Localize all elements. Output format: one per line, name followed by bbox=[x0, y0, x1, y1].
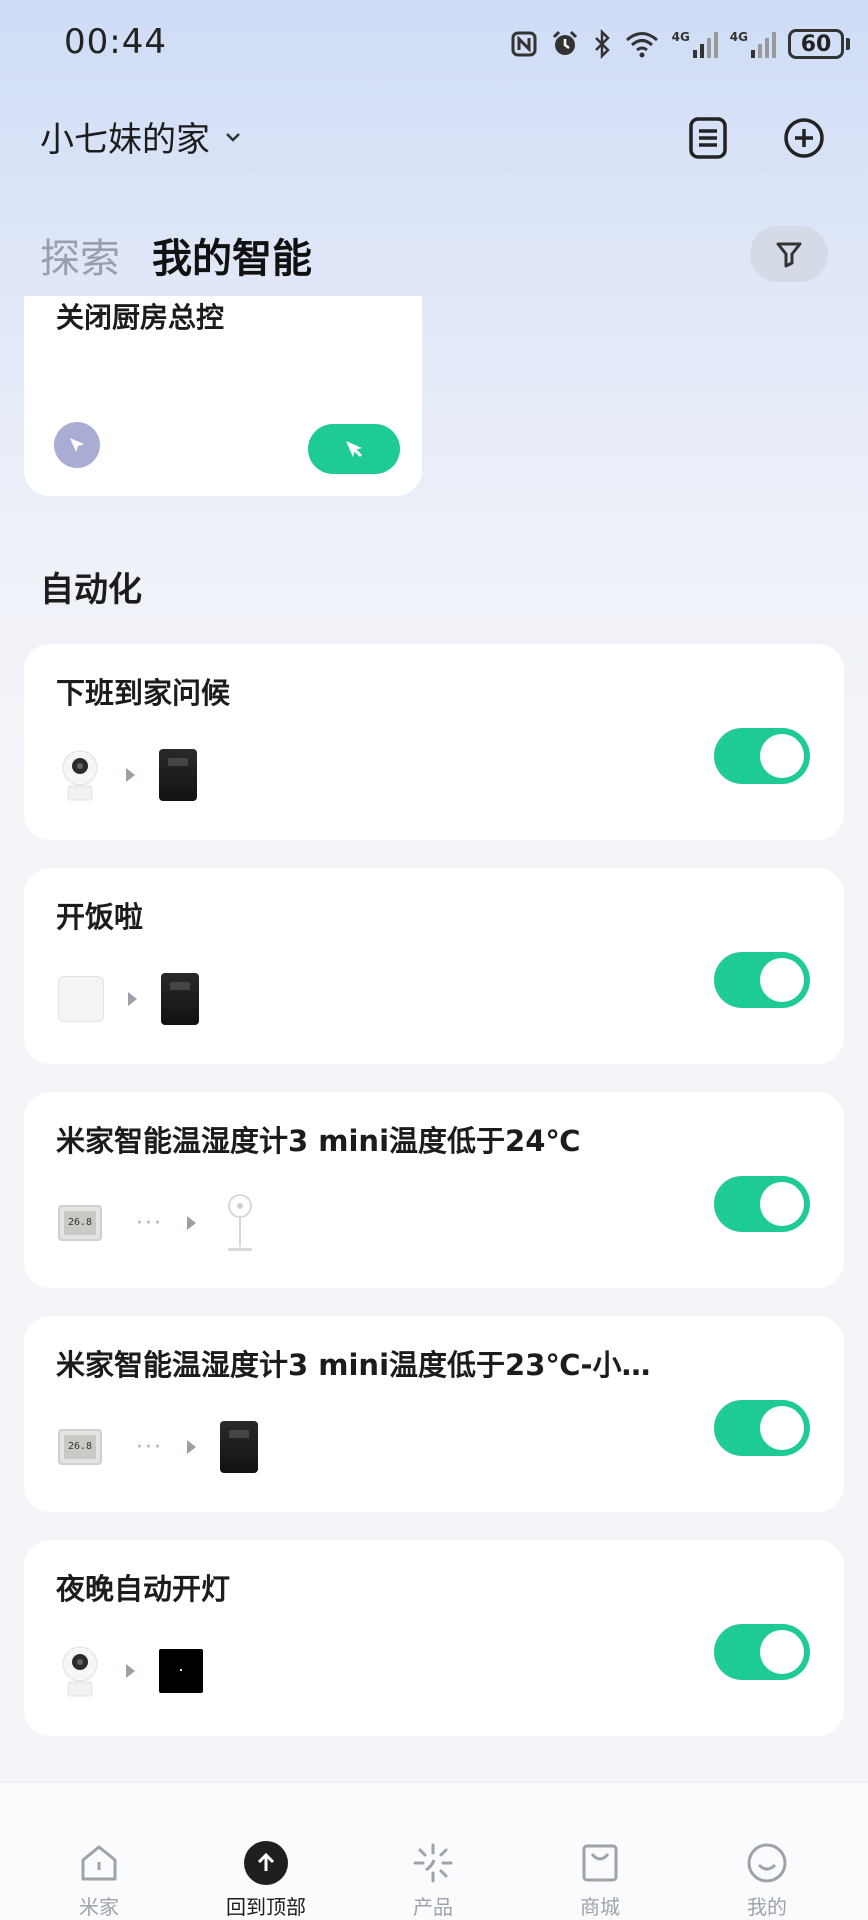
tab-explore[interactable]: 探索 bbox=[40, 226, 120, 284]
log-button[interactable] bbox=[684, 114, 732, 162]
arrow-right-icon bbox=[128, 992, 137, 1006]
arrow-right-icon bbox=[126, 1664, 135, 1678]
arrow-right-icon bbox=[186, 1440, 196, 1454]
automation-flow: 26.8 ··· bbox=[58, 1412, 258, 1482]
status-bar: 00:44 4G 4G 60 bbox=[0, 0, 868, 86]
scene-cursor-icon bbox=[54, 422, 100, 468]
arrow-right-icon bbox=[186, 1216, 196, 1230]
white-cube-device-icon bbox=[58, 976, 104, 1022]
battery-level: 60 bbox=[788, 29, 844, 59]
chevron-down-icon bbox=[226, 132, 240, 142]
add-button[interactable] bbox=[780, 114, 828, 162]
document-list-icon bbox=[689, 117, 727, 159]
smiley-icon bbox=[745, 1841, 789, 1885]
home-title: 小七妹的家 bbox=[40, 120, 210, 160]
header-actions bbox=[684, 114, 828, 162]
nav-back-to-top[interactable]: 回到顶部 bbox=[196, 1783, 336, 1920]
nav-products[interactable]: 产品 bbox=[363, 1783, 503, 1920]
filter-button[interactable] bbox=[750, 226, 828, 282]
signal-1: 4G bbox=[672, 30, 718, 58]
automation-card[interactable]: 米家智能温湿度计3 mini温度低于24℃ 26.8 ··· bbox=[24, 1092, 844, 1288]
signal-icon bbox=[751, 32, 776, 58]
automation-flow bbox=[58, 740, 197, 810]
automation-flow bbox=[58, 964, 199, 1034]
automation-name: 米家智能温湿度计3 mini温度低于24℃ bbox=[56, 1124, 581, 1158]
more-dots: ··· bbox=[136, 1434, 163, 1460]
speaker-icon bbox=[161, 973, 199, 1025]
automation-name: 夜晚自动开灯 bbox=[56, 1572, 231, 1606]
arrow-up-icon bbox=[244, 1841, 288, 1885]
network-type-1: 4G bbox=[671, 30, 690, 44]
tab-bar: 探索 我的智能 bbox=[40, 226, 312, 284]
status-time: 00:44 bbox=[64, 22, 167, 62]
speaker-icon bbox=[219, 1421, 258, 1473]
shopping-bag-icon bbox=[578, 1841, 622, 1885]
nav-profile[interactable]: 我的 bbox=[697, 1783, 837, 1920]
signal-2: 4G bbox=[730, 30, 776, 58]
automation-toggle[interactable] bbox=[714, 1400, 810, 1456]
thermometer-icon: 26.8 bbox=[58, 1205, 102, 1241]
wall-switch-icon bbox=[159, 1649, 203, 1693]
automation-toggle[interactable] bbox=[714, 952, 810, 1008]
wifi-icon bbox=[625, 32, 658, 58]
speaker-icon bbox=[159, 749, 197, 801]
automation-flow bbox=[58, 1636, 203, 1706]
automation-card[interactable]: 开饭啦 bbox=[24, 868, 844, 1064]
automation-toggle[interactable] bbox=[714, 1176, 810, 1232]
more-dots: ··· bbox=[136, 1210, 163, 1236]
scene-name: 关闭厨房总控 bbox=[56, 301, 225, 334]
arrow-right-icon bbox=[126, 768, 135, 782]
nav-label: 商城 bbox=[580, 1895, 620, 1919]
signal-icon bbox=[692, 32, 718, 58]
section-title-automation: 自动化 bbox=[40, 570, 142, 610]
battery-icon: 60 bbox=[788, 29, 850, 59]
scene-run-button[interactable] bbox=[308, 424, 400, 474]
sparkle-icon bbox=[411, 1841, 455, 1885]
status-icons: 4G 4G 60 bbox=[510, 22, 850, 66]
filter-icon bbox=[776, 242, 802, 268]
automation-card[interactable]: 下班到家问候 bbox=[24, 644, 844, 840]
home-selector[interactable]: 小七妹的家 bbox=[40, 112, 244, 161]
nav-home[interactable]: 米家 bbox=[29, 1783, 169, 1920]
camera-icon bbox=[58, 1644, 102, 1698]
camera-icon bbox=[58, 748, 102, 802]
nav-label: 我的 bbox=[747, 1895, 787, 1919]
bottom-nav: 米家 回到顶部 产品 商城 我的 bbox=[0, 1782, 868, 1920]
home-icon bbox=[77, 1841, 121, 1885]
bluetooth-icon bbox=[594, 29, 610, 59]
automation-name: 下班到家问候 bbox=[56, 676, 231, 710]
alarm-icon bbox=[552, 30, 577, 55]
nav-store[interactable]: 商城 bbox=[530, 1783, 670, 1920]
scene-card[interactable]: 关闭厨房总控 bbox=[24, 296, 422, 496]
plus-circle-icon bbox=[784, 118, 824, 158]
tab-my-smart[interactable]: 我的智能 bbox=[152, 226, 312, 284]
automation-card[interactable]: 米家智能温湿度计3 mini温度低于23℃-小… 26.8 ··· bbox=[24, 1316, 844, 1512]
thermometer-icon: 26.8 bbox=[58, 1429, 102, 1465]
automation-toggle[interactable] bbox=[714, 728, 810, 784]
network-type-2: 4G bbox=[729, 30, 748, 44]
nav-label: 产品 bbox=[413, 1895, 453, 1919]
automation-card[interactable]: 夜晚自动开灯 bbox=[24, 1540, 844, 1736]
automation-toggle[interactable] bbox=[714, 1624, 810, 1680]
nav-label: 回到顶部 bbox=[226, 1895, 306, 1919]
nav-label: 米家 bbox=[79, 1895, 119, 1919]
fan-icon bbox=[220, 1192, 260, 1254]
nfc-icon bbox=[511, 31, 537, 57]
cursor-icon bbox=[346, 441, 363, 458]
automation-name: 开饭啦 bbox=[56, 900, 144, 934]
automation-name: 米家智能温湿度计3 mini温度低于23℃-小… bbox=[56, 1348, 651, 1382]
automation-flow: 26.8 ··· bbox=[58, 1188, 260, 1258]
